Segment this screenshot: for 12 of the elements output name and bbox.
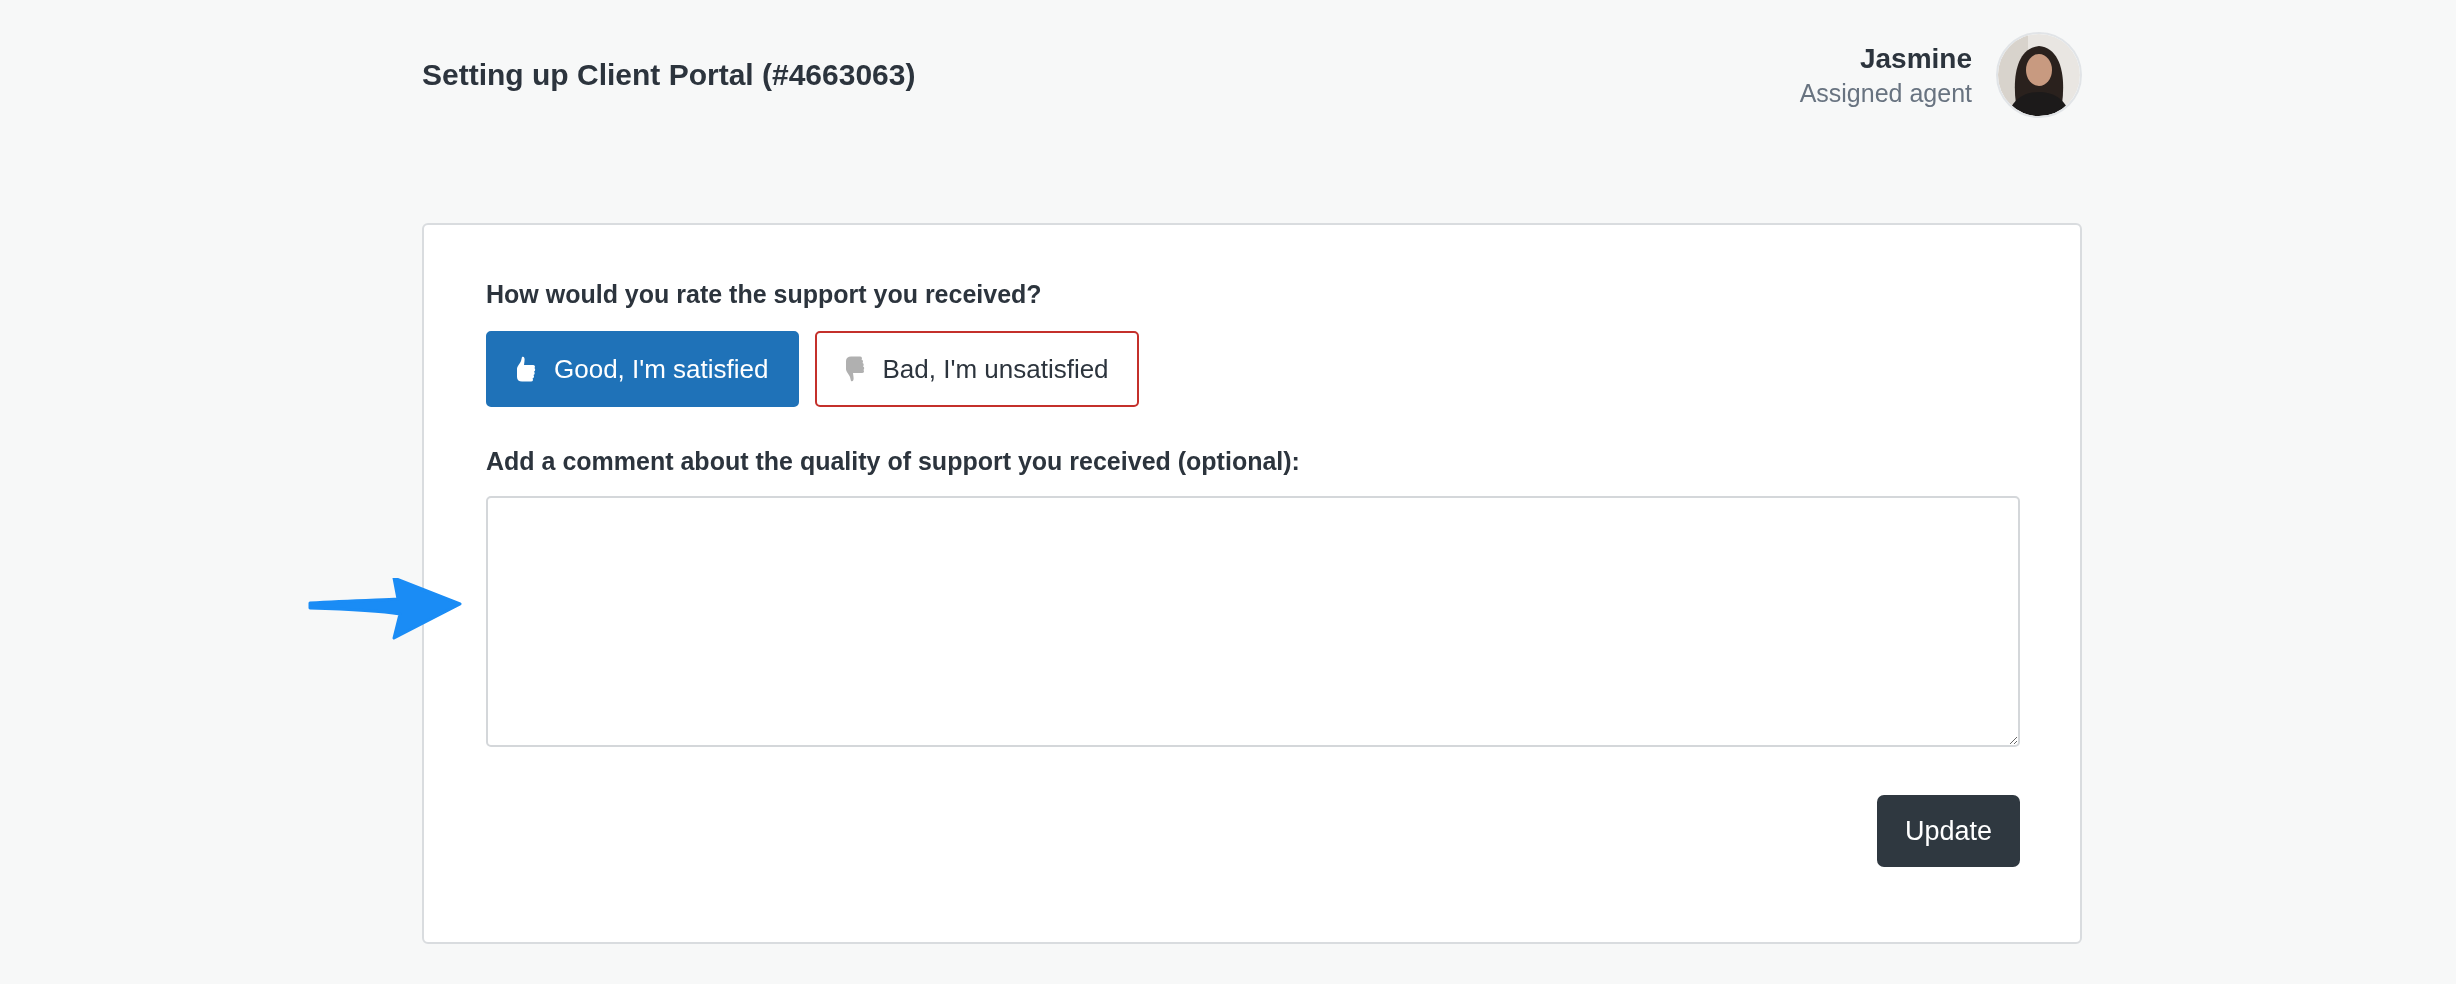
thumbs-up-icon — [516, 355, 536, 383]
comment-field[interactable] — [486, 496, 2020, 747]
unsatisfied-button[interactable]: Bad, I'm unsatisfied — [814, 331, 1139, 407]
agent-name: Jasmine — [1859, 42, 1972, 75]
agent-role: Assigned agent — [1799, 78, 1972, 108]
page-title: Setting up Client Portal (#4663063) — [422, 58, 916, 92]
thumbs-down-icon — [844, 355, 865, 383]
comment-label: Add a comment about the quality of support you received (optional): — [486, 447, 1301, 476]
arrow-icon — [306, 578, 462, 640]
rating-question: How would you rate the support you received? — [486, 280, 1043, 309]
update-button[interactable]: Update — [1876, 795, 2020, 867]
satisfied-button[interactable]: Good, I'm satisfied — [486, 331, 799, 407]
